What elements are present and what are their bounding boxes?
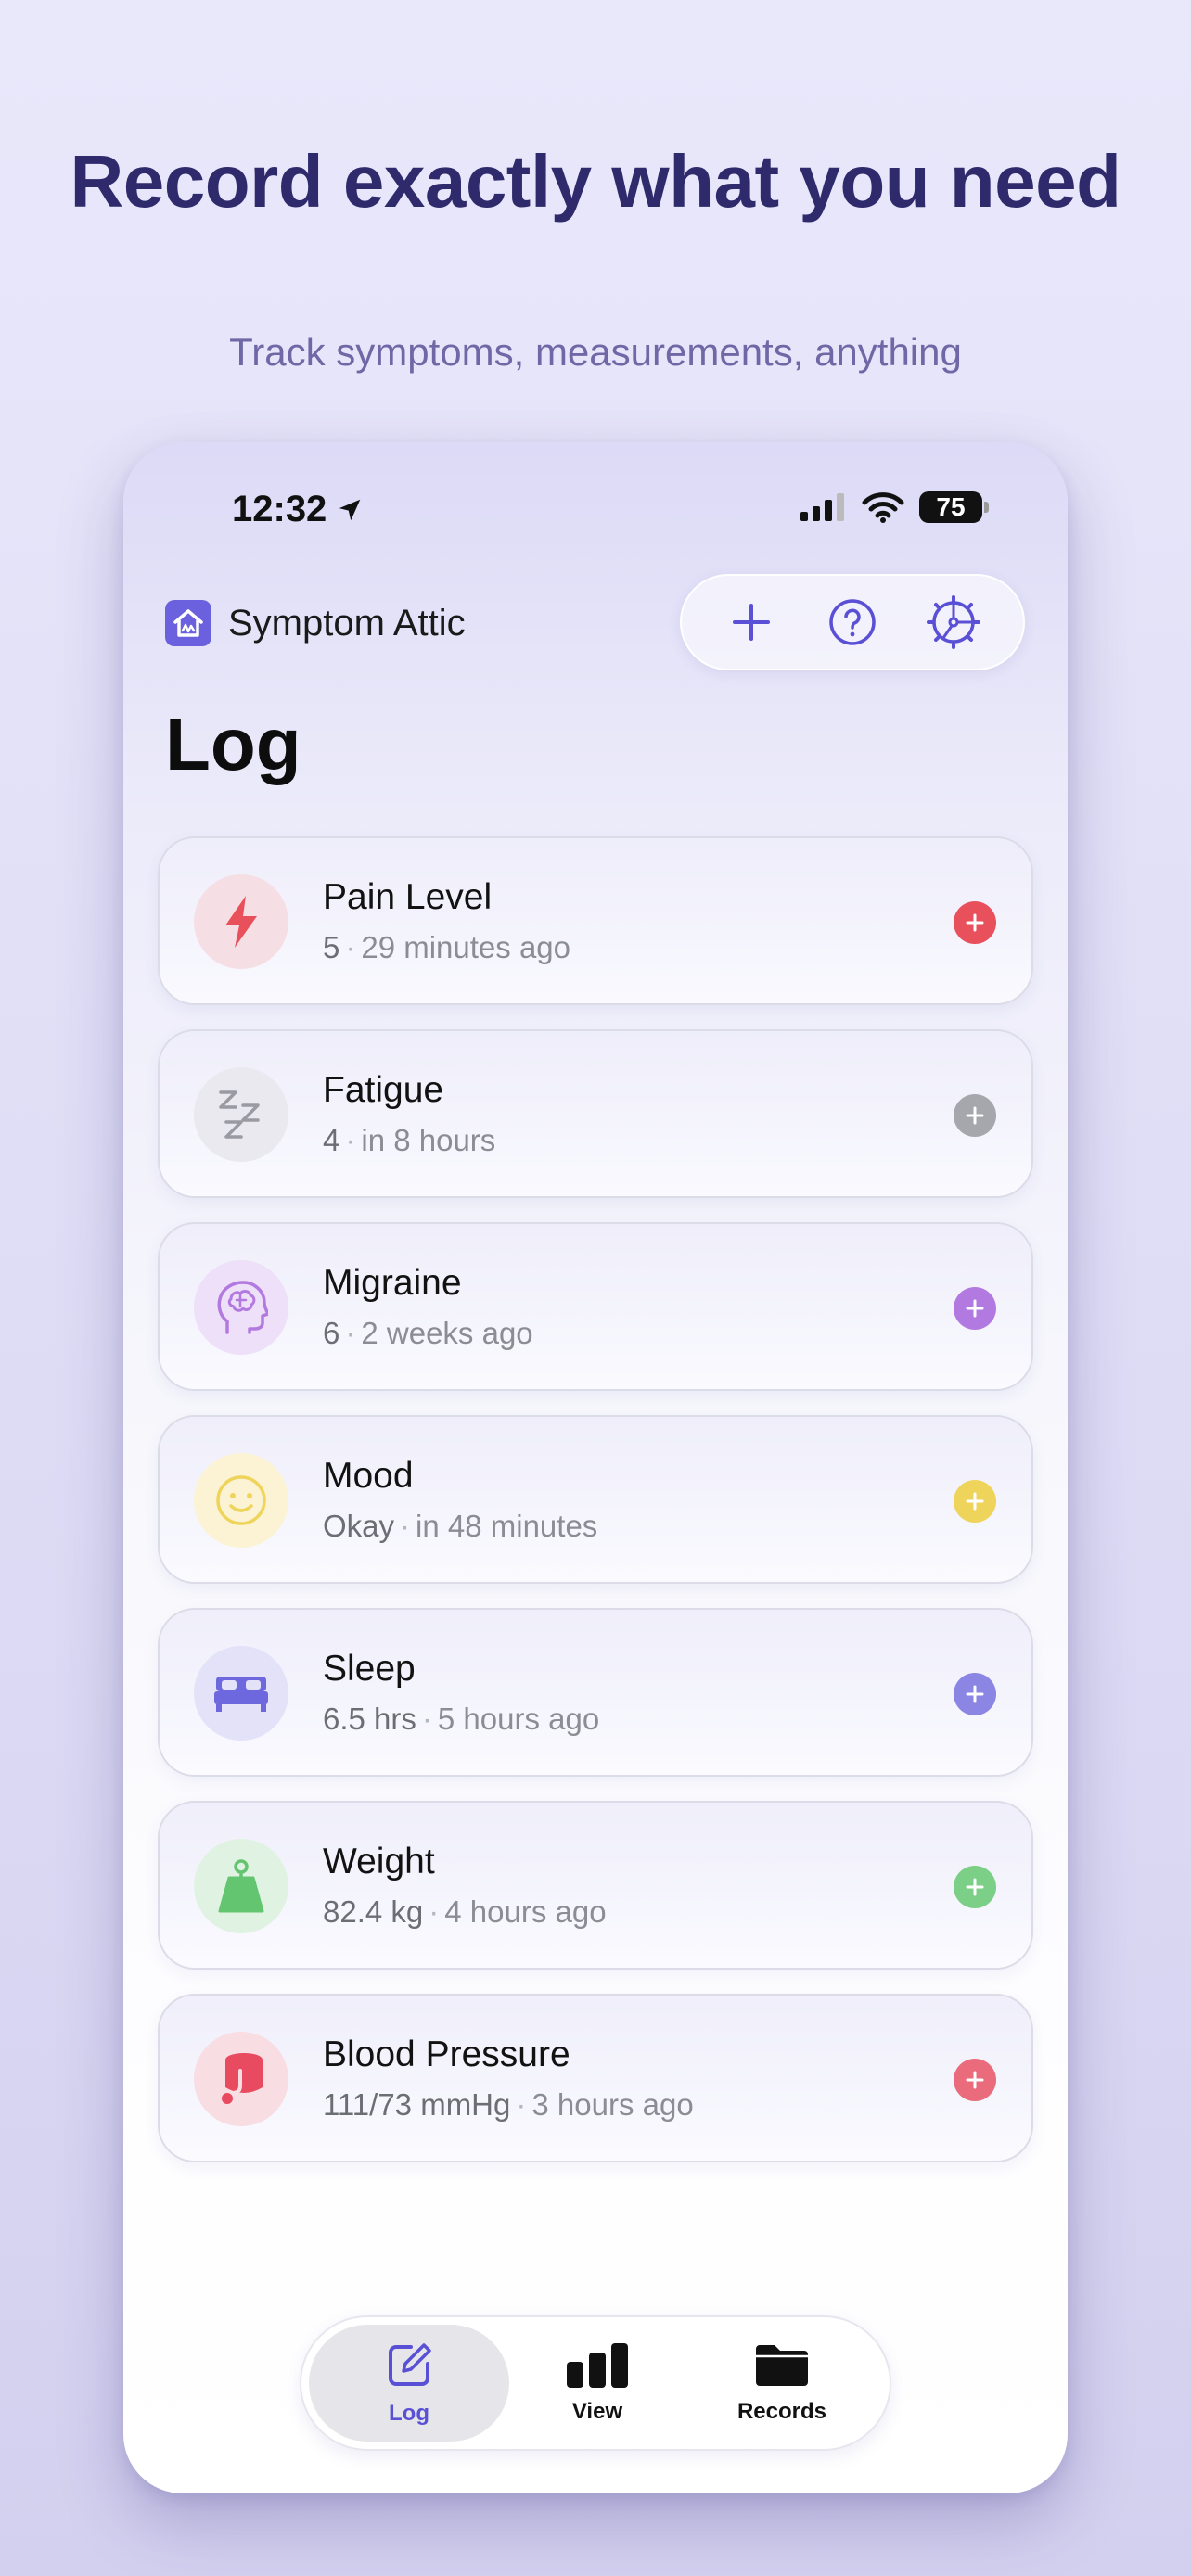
entry-name: Mood bbox=[323, 1456, 414, 1496]
scale-weight-icon bbox=[218, 1859, 264, 1913]
header-toolbar bbox=[680, 574, 1025, 670]
plus-icon bbox=[966, 1685, 984, 1703]
entry-time: in 8 hours bbox=[361, 1123, 496, 1157]
entry-icon-badge bbox=[194, 2032, 288, 2126]
entry-value: Okay bbox=[323, 1509, 395, 1543]
entry-card-blood-pressure[interactable]: Blood Pressure 111/73 mmHg · 3 hours ago bbox=[158, 1994, 1033, 2162]
add-entry-button[interactable] bbox=[954, 1094, 996, 1137]
app-logo-icon bbox=[165, 600, 211, 646]
entry-list: Pain Level 5 · 29 minutes ago Fatigue 4 · in… bbox=[158, 836, 1033, 2187]
add-entry-button[interactable] bbox=[954, 1673, 996, 1715]
add-button[interactable] bbox=[719, 590, 784, 655]
tab-records[interactable]: Records bbox=[682, 2325, 882, 2442]
tab-log[interactable]: Log bbox=[309, 2325, 509, 2442]
compose-icon bbox=[389, 2343, 431, 2386]
page-title: Log bbox=[165, 703, 301, 785]
add-entry-button[interactable] bbox=[954, 2059, 996, 2101]
entry-name: Weight bbox=[323, 1842, 435, 1881]
bar-chart-icon bbox=[567, 2343, 628, 2388]
add-entry-button[interactable] bbox=[954, 1480, 996, 1523]
entry-name: Pain Level bbox=[323, 877, 493, 917]
entry-card-migraine[interactable]: Migraine 6 · 2 weeks ago bbox=[158, 1222, 1033, 1391]
tab-bar: Log View Records bbox=[300, 2315, 891, 2451]
settings-button[interactable] bbox=[921, 590, 986, 655]
add-entry-button[interactable] bbox=[954, 1866, 996, 1908]
entry-name: Blood Pressure bbox=[323, 2034, 570, 2074]
plus-icon bbox=[732, 604, 770, 641]
entry-icon-badge bbox=[194, 1646, 288, 1741]
tab-label: Records bbox=[736, 2399, 827, 2424]
entry-time: in 48 minutes bbox=[416, 1509, 598, 1543]
entry-card-fatigue[interactable]: Fatigue 4 · in 8 hours bbox=[158, 1029, 1033, 1198]
wifi-icon bbox=[862, 492, 904, 523]
help-button[interactable] bbox=[820, 590, 885, 655]
entry-card-pain-level[interactable]: Pain Level 5 · 29 minutes ago bbox=[158, 836, 1033, 1005]
subheadline: Track symptoms, measurements, anything bbox=[229, 330, 962, 374]
entry-icon-badge bbox=[194, 1260, 288, 1355]
entry-icon-badge bbox=[194, 1067, 288, 1162]
entry-time: 4 hours ago bbox=[444, 1894, 607, 1929]
plus-icon bbox=[966, 2071, 984, 2089]
phone-screen: 12:32 75 Symptom Attic Log Pain Level 5 … bbox=[123, 442, 1068, 2493]
plus-icon bbox=[966, 913, 984, 932]
entry-card-weight[interactable]: Weight 82.4 kg · 4 hours ago bbox=[158, 1801, 1033, 1970]
entry-value: 5 bbox=[323, 930, 340, 964]
entry-icon-badge bbox=[194, 874, 288, 969]
help-icon bbox=[829, 599, 876, 645]
plus-icon bbox=[966, 1106, 984, 1125]
tab-view[interactable]: View bbox=[497, 2325, 698, 2442]
add-entry-button[interactable] bbox=[954, 901, 996, 944]
entry-name: Fatigue bbox=[323, 1070, 444, 1110]
entry-name: Sleep bbox=[323, 1649, 416, 1689]
entry-time: 5 hours ago bbox=[437, 1702, 600, 1736]
app-name: Symptom Attic bbox=[228, 602, 466, 644]
brain-head-icon bbox=[217, 1281, 268, 1334]
entry-value: 6 bbox=[323, 1316, 340, 1350]
add-entry-button[interactable] bbox=[954, 1287, 996, 1330]
tab-label: Log bbox=[389, 2401, 429, 2426]
tab-label: View bbox=[571, 2399, 623, 2424]
smiley-icon bbox=[216, 1475, 266, 1525]
status-time-group: 12:32 bbox=[232, 489, 364, 530]
headline: Record exactly what you need bbox=[70, 140, 1121, 223]
cellular-signal-icon bbox=[800, 493, 844, 521]
app-brand: Symptom Attic bbox=[165, 600, 466, 646]
sleep-zzz-icon bbox=[219, 1090, 260, 1139]
folder-icon bbox=[756, 2345, 808, 2386]
lightning-icon bbox=[225, 896, 257, 948]
entry-value: 4 bbox=[323, 1123, 340, 1157]
entry-time: 3 hours ago bbox=[531, 2087, 694, 2122]
plus-icon bbox=[966, 1878, 984, 1896]
plus-icon bbox=[966, 1299, 984, 1318]
blood-pressure-cuff-icon bbox=[220, 2053, 263, 2106]
plus-icon bbox=[966, 1492, 984, 1511]
battery-icon: 75 bbox=[919, 491, 989, 523]
entry-time: 29 minutes ago bbox=[361, 930, 571, 964]
entry-value: 6.5 hrs bbox=[323, 1702, 416, 1736]
entry-icon-badge bbox=[194, 1453, 288, 1548]
battery-level: 75 bbox=[936, 492, 966, 521]
status-indicators: 75 bbox=[799, 491, 989, 523]
location-arrow-icon bbox=[339, 499, 361, 520]
entry-time: 2 weeks ago bbox=[361, 1316, 533, 1350]
entry-value: 82.4 kg bbox=[323, 1894, 424, 1929]
entry-name: Migraine bbox=[323, 1263, 462, 1303]
status-time: 12:32 bbox=[232, 489, 327, 529]
entry-card-mood[interactable]: Mood Okay · in 48 minutes bbox=[158, 1415, 1033, 1584]
entry-value: 111/73 mmHg bbox=[323, 2087, 511, 2122]
entry-card-sleep[interactable]: Sleep 6.5 hrs · 5 hours ago bbox=[158, 1608, 1033, 1777]
entry-icon-badge bbox=[194, 1839, 288, 1933]
bed-icon bbox=[214, 1677, 268, 1712]
gear-icon bbox=[927, 595, 981, 649]
